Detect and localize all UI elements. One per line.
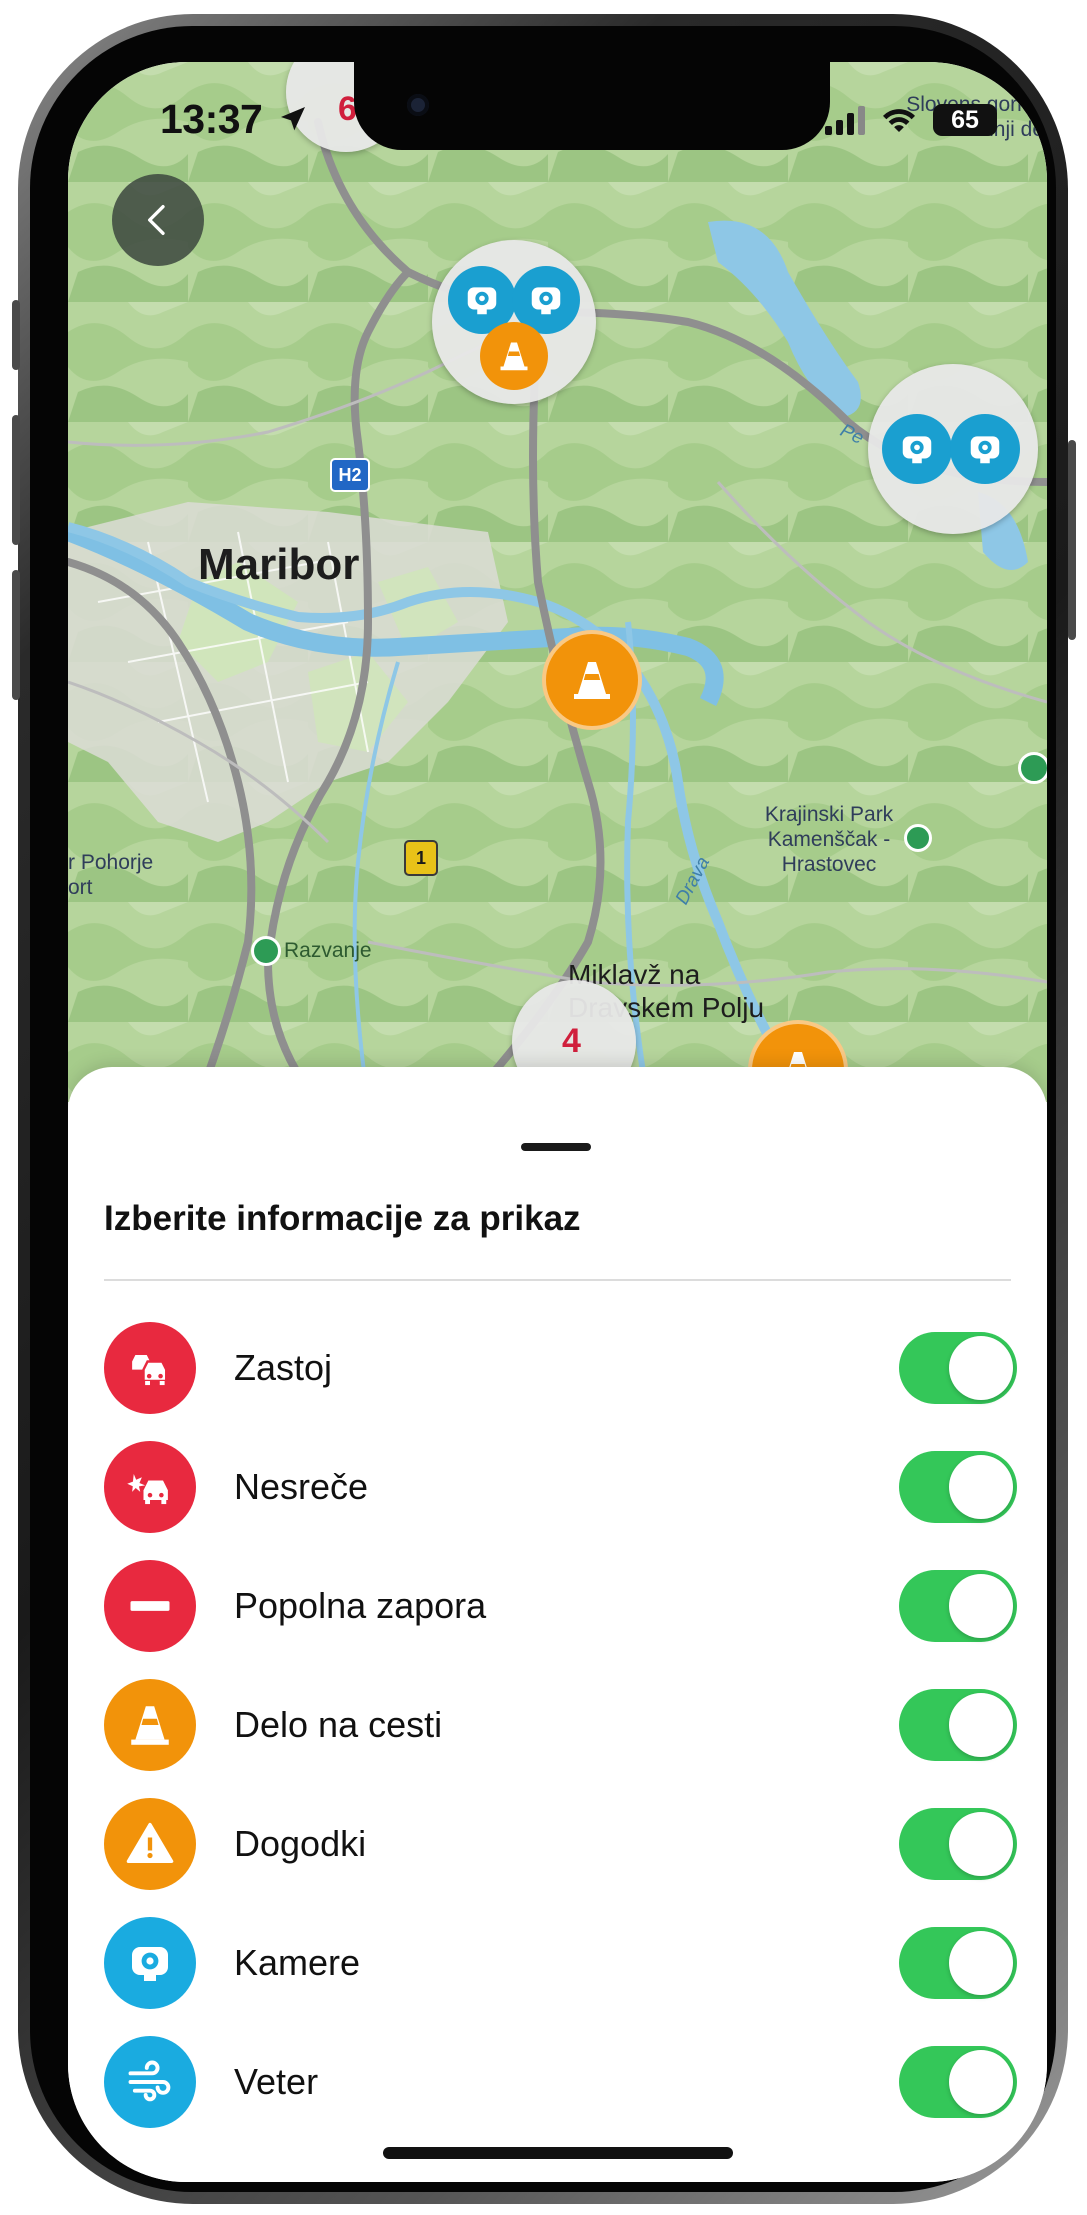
roadwork-marker[interactable] <box>542 630 642 730</box>
back-button[interactable] <box>112 174 204 266</box>
map-city-label: Maribor <box>198 540 360 589</box>
traffic-cone-icon <box>574 662 610 699</box>
location-arrow-icon <box>281 107 306 131</box>
status-icons: 65 <box>825 100 997 140</box>
layer-row-nesrece[interactable]: Nesreče <box>104 1439 1017 1535</box>
sheet-title: Izberite informacije za prikaz <box>104 1199 581 1238</box>
layer-label: Veter <box>234 2061 319 2102</box>
status-time-text: 13:37 <box>160 96 263 142</box>
road-closed-icon <box>104 1560 196 1652</box>
traffic-jam-icon <box>104 1322 196 1414</box>
layer-label: Zastoj <box>234 1347 333 1388</box>
wind-icon <box>104 2036 196 2128</box>
layers-bottom-sheet: Izberite informacije za prikaz Zastoj Ne… <box>68 1067 1047 2182</box>
map-label-pohorje: r Pohorje ort <box>68 851 154 899</box>
toggle-switch-zastoj[interactable] <box>899 1332 1017 1404</box>
layer-label: Popolna zapora <box>234 1585 487 1626</box>
layer-label: Delo na cesti <box>234 1704 443 1745</box>
screen: Maribor H2 1 Krajinski Park Kamenščak - … <box>68 62 1047 2182</box>
toggle-switch-popolna-zapora[interactable] <box>899 1570 1017 1642</box>
layer-row-zastoj[interactable]: Zastoj <box>104 1320 1017 1416</box>
toggle-knob <box>949 1812 1013 1876</box>
toggle-knob <box>949 1574 1013 1638</box>
camera-icon <box>882 414 952 484</box>
warning-icon <box>104 1798 196 1890</box>
highway-h2-badge: H2 <box>330 458 370 492</box>
status-time: 13:37 <box>160 96 309 143</box>
map-label-razvanje: Razvanje <box>284 939 372 962</box>
toggle-knob <box>949 1455 1013 1519</box>
front-camera <box>407 94 429 116</box>
chevron-left-icon <box>148 205 165 235</box>
sheet-grabber[interactable] <box>521 1143 591 1151</box>
layer-row-veter[interactable]: Veter <box>104 2034 1017 2130</box>
cluster-count: 4 <box>562 1022 581 1060</box>
toggle-knob <box>949 1931 1013 1995</box>
divider <box>104 1279 1011 1281</box>
toggle-knob <box>949 1336 1013 1400</box>
toggle-knob <box>949 1693 1013 1757</box>
layer-label: Dogodki <box>234 1823 367 1864</box>
layer-label: Kamere <box>234 1942 361 1983</box>
road-1-label: 1 <box>415 847 426 868</box>
highway-h2-label: H2 <box>338 464 362 485</box>
layer-row-popolna-zapora[interactable]: Popolna zapora <box>104 1558 1017 1654</box>
battery-level: 65 <box>951 105 979 134</box>
park-pin-icon-2 <box>1018 752 1047 784</box>
camera-icon <box>104 1917 196 2009</box>
cellular-signal-icon <box>825 105 865 135</box>
map-label-krajinski: Krajinski Park Kamenščak - Hrastovec <box>764 803 894 876</box>
camera-icon <box>950 414 1020 484</box>
layer-label: Nesreče <box>234 1466 369 1507</box>
volume-down-button <box>12 570 20 700</box>
traffic-cone-icon <box>104 1679 196 1771</box>
toggle-switch-veter[interactable] <box>899 2046 1017 2118</box>
park-pin-icon-3 <box>251 936 281 966</box>
road-1-badge: 1 <box>404 840 438 876</box>
power-button <box>1068 440 1076 640</box>
toggle-switch-delo-na-cesti[interactable] <box>899 1689 1017 1761</box>
home-indicator[interactable] <box>383 2147 733 2159</box>
layer-row-dogodki[interactable]: Dogodki <box>104 1796 1017 1892</box>
mute-switch <box>12 300 20 370</box>
map-cluster-cameras-roadwork[interactable] <box>432 240 596 404</box>
layer-row-delo-na-cesti[interactable]: Delo na cesti <box>104 1677 1017 1773</box>
volume-up-button <box>12 415 20 545</box>
battery-icon: 65 <box>933 104 997 136</box>
traffic-cone-icon <box>480 322 548 390</box>
map-cluster-cameras[interactable] <box>868 364 1038 534</box>
layer-row-kamere[interactable]: Kamere <box>104 1915 1017 2011</box>
map-view[interactable]: Maribor H2 1 Krajinski Park Kamenščak - … <box>68 62 1047 1120</box>
toggle-switch-nesrece[interactable] <box>899 1451 1017 1523</box>
park-pin-icon <box>904 824 932 852</box>
wifi-icon <box>883 109 915 132</box>
toggle-switch-kamere[interactable] <box>899 1927 1017 1999</box>
toggle-switch-dogodki[interactable] <box>899 1808 1017 1880</box>
accident-icon <box>104 1441 196 1533</box>
toggle-knob <box>949 2050 1013 2114</box>
